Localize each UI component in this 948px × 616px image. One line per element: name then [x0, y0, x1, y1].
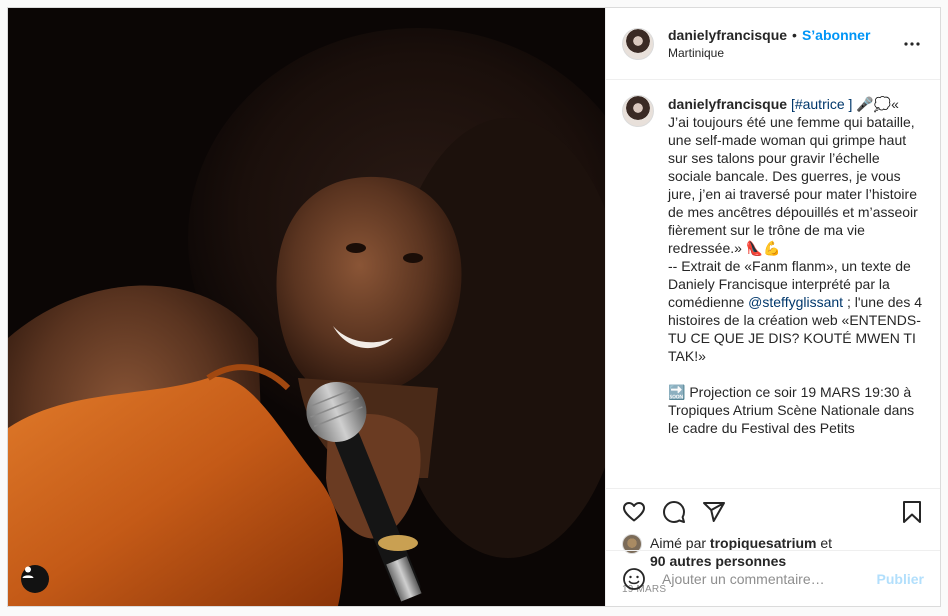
bookmark-icon	[903, 500, 921, 523]
post-header: danielyfrancisque • S’abonner Martinique	[606, 8, 940, 80]
post-location[interactable]: Martinique	[668, 46, 900, 60]
add-comment-bar: Publier	[606, 550, 940, 606]
comment-icon	[663, 500, 685, 523]
photo-illustration	[8, 8, 605, 606]
comment-button[interactable]	[662, 500, 686, 524]
post-photo[interactable]	[8, 8, 605, 606]
liker-username[interactable]: tropiquesatrium	[710, 535, 817, 551]
likes-and: et	[816, 535, 833, 551]
send-icon	[703, 501, 725, 522]
post-dialog: danielyfrancisque • S’abonner Martinique…	[7, 7, 941, 607]
caption-avatar[interactable]	[622, 95, 654, 127]
post-sidebar: danielyfrancisque • S’abonner Martinique…	[605, 8, 940, 606]
more-options-button[interactable]	[900, 32, 924, 56]
caption-author[interactable]: danielyfrancisque	[668, 96, 787, 112]
action-bar	[606, 488, 940, 534]
post-caption: danielyfrancisque [#autrice ] 🎤💭« J’ai t…	[668, 95, 924, 488]
tagged-users-button[interactable]	[21, 565, 49, 593]
separator-dot: •	[792, 27, 797, 43]
save-button[interactable]	[900, 500, 924, 524]
user-icon	[22, 566, 34, 578]
author-username[interactable]: danielyfrancisque	[668, 27, 787, 43]
publish-button[interactable]: Publier	[877, 571, 924, 587]
heart-icon	[623, 501, 645, 521]
caption-text-4: 🔜 Projection ce soir 19 MARS 19:30 à Tro…	[668, 384, 919, 436]
mention-link[interactable]: @steffyglissant	[748, 294, 843, 310]
like-button[interactable]	[622, 500, 646, 524]
author-avatar[interactable]	[622, 27, 654, 60]
likes-prefix: Aimé par	[650, 535, 710, 551]
caption-intro-emoji: 🎤💭«	[852, 96, 899, 112]
more-horizontal-icon	[904, 41, 920, 46]
comments-section: danielyfrancisque [#autrice ] 🎤💭« J’ai t…	[606, 80, 940, 488]
comment-input[interactable]	[662, 570, 877, 587]
share-button[interactable]	[702, 500, 726, 524]
emoji-icon[interactable]	[622, 567, 646, 591]
hashtag-link[interactable]: [#autrice ]	[791, 96, 852, 112]
follow-button[interactable]: S’abonner	[802, 27, 870, 43]
caption-text-1: J’ai toujours été une femme qui bataille…	[668, 114, 922, 256]
